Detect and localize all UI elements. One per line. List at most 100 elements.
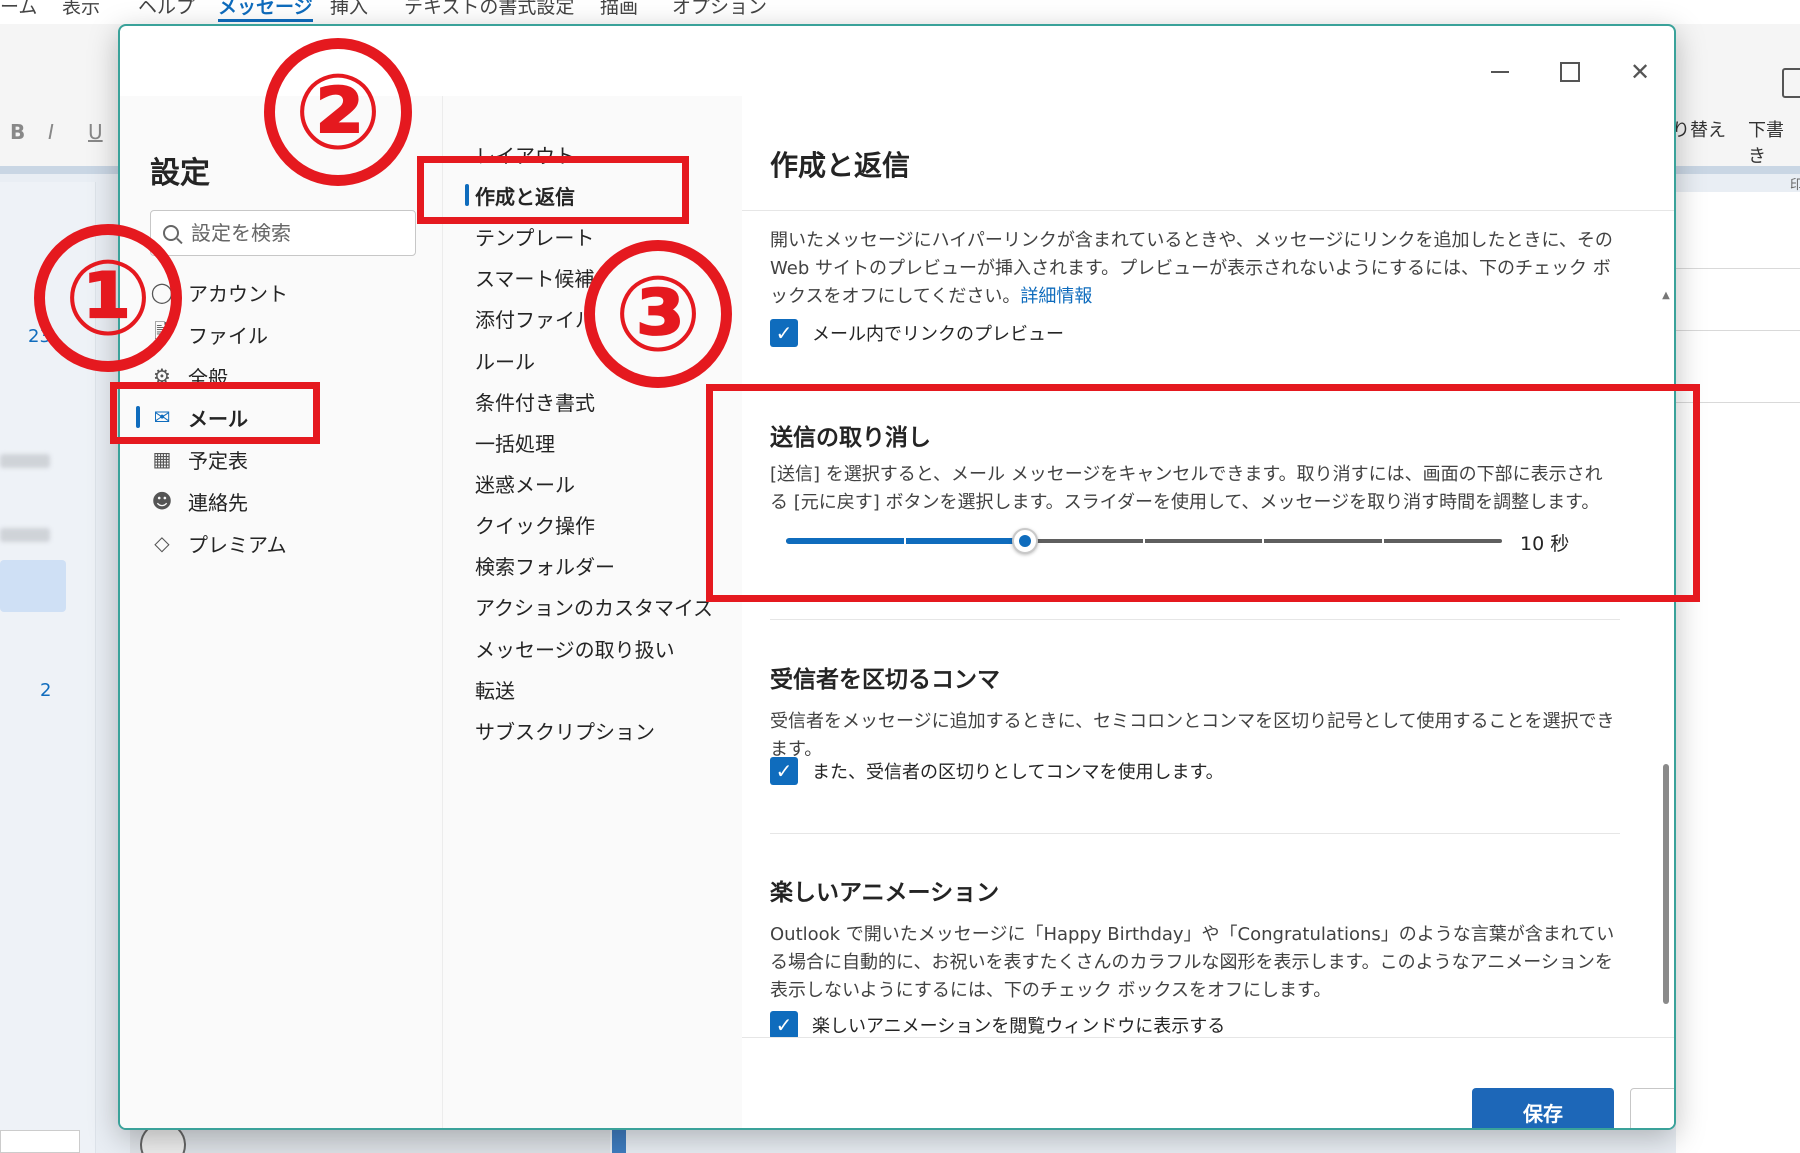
background-ribbon-tabs: ーム 表示 ヘルプ メッセージ 挿入 テキストの書式設定 描画 オプション — [0, 0, 1800, 24]
ribbon-tab-help[interactable]: ヘルプ — [138, 0, 195, 19]
nav-item-label: 全般 — [188, 365, 228, 390]
divider — [742, 1037, 1674, 1038]
ribbon-tab-format-text[interactable]: テキストの書式設定 — [404, 0, 574, 19]
animations-checkbox[interactable]: ✓ — [770, 1011, 798, 1037]
undo-send-value: 10 秒 — [1520, 533, 1570, 555]
undo-send-slider[interactable] — [786, 527, 1502, 555]
subnav-item-attachments[interactable]: 添付ファイル — [475, 304, 595, 333]
minimize-button[interactable] — [1480, 52, 1520, 92]
slider-tick — [1143, 536, 1145, 546]
link-preview-option[interactable]: ✓ メール内でリンクのプレビュー — [770, 319, 1064, 347]
nav-item-label: ファイル — [188, 323, 268, 348]
subnav-item-junk-email[interactable]: 迷惑メール — [475, 469, 575, 498]
screen: ーム 表示 ヘルプ メッセージ 挿入 テキストの書式設定 描画 オプション B … — [0, 0, 1800, 1153]
subnav-item-compose-reply[interactable]: 作成と返信 — [475, 181, 575, 210]
close-button[interactable]: ✕ — [1620, 52, 1660, 92]
settings-search-box[interactable] — [150, 210, 416, 256]
subnav-item-rules[interactable]: ルール — [475, 346, 535, 375]
animations-description: Outlook で開いたメッセージに「Happy Birthday」や「Cong… — [770, 924, 1615, 1001]
subnav-item-layout[interactable]: レイアウト — [475, 140, 575, 169]
subnav-item-quick-steps[interactable]: クイック操作 — [475, 510, 595, 539]
checkbox-label: 楽しいアニメーションを閲覧ウィンドウに表示する — [812, 1016, 1226, 1037]
blurred-text — [0, 528, 50, 542]
subnav-item-sweep[interactable]: 一括処理 — [475, 428, 555, 457]
link-preview-checkbox[interactable]: ✓ — [770, 319, 798, 347]
ribbon-tab-insert[interactable]: 挿入 — [330, 0, 368, 19]
comma-separator-heading: 受信者を区切るコンマ — [770, 667, 1000, 693]
link-preview-description: 開いたメッセージにハイパーリンクが含まれているときや、メッセージにリンクを追加し… — [770, 227, 1620, 311]
subnav-item-search-folders[interactable]: 検索フォルダー — [475, 551, 615, 580]
maximize-button[interactable] — [1550, 52, 1590, 92]
ribbon-tab-options[interactable]: オプション — [672, 0, 767, 19]
subnav-item-message-handling[interactable]: メッセージの取り扱い — [475, 634, 675, 663]
ribbon-tab-message[interactable]: メッセージ — [218, 0, 313, 22]
switch-label[interactable]: り替え — [1672, 116, 1726, 142]
subnav-item-forwarding[interactable]: 転送 — [475, 675, 515, 704]
slider-thumb[interactable] — [1011, 528, 1038, 554]
nav-item-label: 連絡先 — [188, 490, 248, 515]
annotation-number-3: ③ — [584, 240, 732, 388]
settings-primary-nav: 設定 ◯ アカウント 🗎 ファイル ⚙ 全般 ✉ メール — [120, 96, 442, 1128]
scroll-up-arrow-icon[interactable]: ▲ — [1660, 290, 1672, 302]
slider-tick — [1381, 536, 1384, 546]
background-reading-pane — [1676, 192, 1800, 1153]
draft-label[interactable]: 下書き — [1748, 116, 1800, 168]
nav-item-mail[interactable]: ✉ メール — [150, 397, 248, 437]
active-indicator — [136, 406, 140, 428]
nav-item-general[interactable]: ⚙ 全般 — [150, 356, 228, 396]
subnav-item-templates[interactable]: テンプレート — [475, 222, 594, 251]
annotation-number-2: ② — [264, 38, 412, 186]
nav-item-label: 予定表 — [188, 448, 248, 473]
ribbon-tab-home[interactable]: ーム — [0, 0, 37, 19]
settings-scroll-area[interactable]: 開いたメッセージにハイパーリンクが含まれているときや、メッセージにリンクを追加し… — [742, 211, 1674, 1037]
nav-item-label: アカウント — [188, 281, 288, 306]
search-icon — [163, 225, 179, 241]
diamond-icon: ◇ — [154, 531, 170, 555]
close-icon: ✕ — [1629, 58, 1651, 86]
annotation-number-1: ① — [34, 224, 182, 372]
settings-search-input[interactable] — [191, 221, 391, 245]
bold-button[interactable]: B — [10, 120, 25, 144]
learn-more-link[interactable]: 詳細情報 — [1020, 286, 1092, 307]
mail-icon: ✉ — [153, 405, 171, 429]
subnav-item-subscriptions[interactable]: サブスクリプション — [475, 716, 655, 745]
blurred-text — [0, 454, 50, 468]
link-preview-text: 開いたメッセージにハイパーリンクが含まれているときや、メッセージにリンクを追加し… — [770, 230, 1613, 307]
content-scrollbar[interactable]: ▲ ▼ — [1660, 216, 1672, 1125]
save-button[interactable]: 保存 — [1472, 1088, 1614, 1128]
comma-separator-description: 受信者をメッセージに追加するときに、セミコロンとコンマを区切り記号として使用する… — [770, 711, 1615, 760]
unread-count: 2 — [40, 680, 52, 701]
comma-separator-option[interactable]: ✓ また、受信者の区切りとしてコンマを使用します。 — [770, 757, 1224, 785]
subnav-item-conditional-formatting[interactable]: 条件付き書式 — [475, 387, 595, 416]
slider-tick — [904, 536, 907, 546]
animations-heading: 楽しいアニメーション — [770, 880, 1000, 906]
slider-tick — [1262, 536, 1265, 546]
comma-separator-checkbox[interactable]: ✓ — [770, 757, 798, 785]
print-icon[interactable] — [1782, 68, 1800, 98]
undo-send-description: [送信] を選択すると、メール メッセージをキャンセルできます。取り消すには、画… — [770, 464, 1603, 513]
nav-item-contacts[interactable]: ☻ 連絡先 — [150, 481, 248, 521]
subnav-item-smart-suggestions[interactable]: スマート候補 — [475, 263, 594, 292]
ribbon-tab-view[interactable]: 表示 — [62, 0, 100, 19]
people-icon: ☻ — [151, 489, 173, 513]
active-indicator — [465, 184, 469, 206]
print-group-label: 印 — [1790, 178, 1800, 193]
settings-title: 設定 — [150, 156, 210, 191]
subnav-item-customize-actions[interactable]: アクションのカスタマイズ — [475, 592, 713, 621]
animations-option[interactable]: ✓ 楽しいアニメーションを閲覧ウィンドウに表示する — [770, 1011, 1225, 1037]
gear-icon: ⚙ — [153, 364, 171, 388]
nav-item-calendar[interactable]: ▦ 予定表 — [150, 439, 248, 479]
selected-folder[interactable] — [0, 560, 66, 612]
nav-item-premium[interactable]: ◇ プレミアム — [150, 523, 287, 563]
divider — [770, 619, 1620, 620]
divider — [770, 833, 1620, 834]
scroll-thumb[interactable] — [1663, 764, 1669, 1004]
italic-button[interactable]: I — [48, 120, 54, 144]
underline-button[interactable]: U — [88, 120, 103, 144]
ribbon-tab-draw[interactable]: 描画 — [600, 0, 638, 19]
nav-item-label: プレミアム — [188, 532, 287, 557]
discard-button[interactable]: 破棄 — [1630, 1088, 1674, 1128]
nav-item-label: メール — [188, 406, 248, 431]
calendar-icon: ▦ — [152, 447, 172, 471]
checkbox-label: また、受信者の区切りとしてコンマを使用します。 — [812, 762, 1224, 783]
